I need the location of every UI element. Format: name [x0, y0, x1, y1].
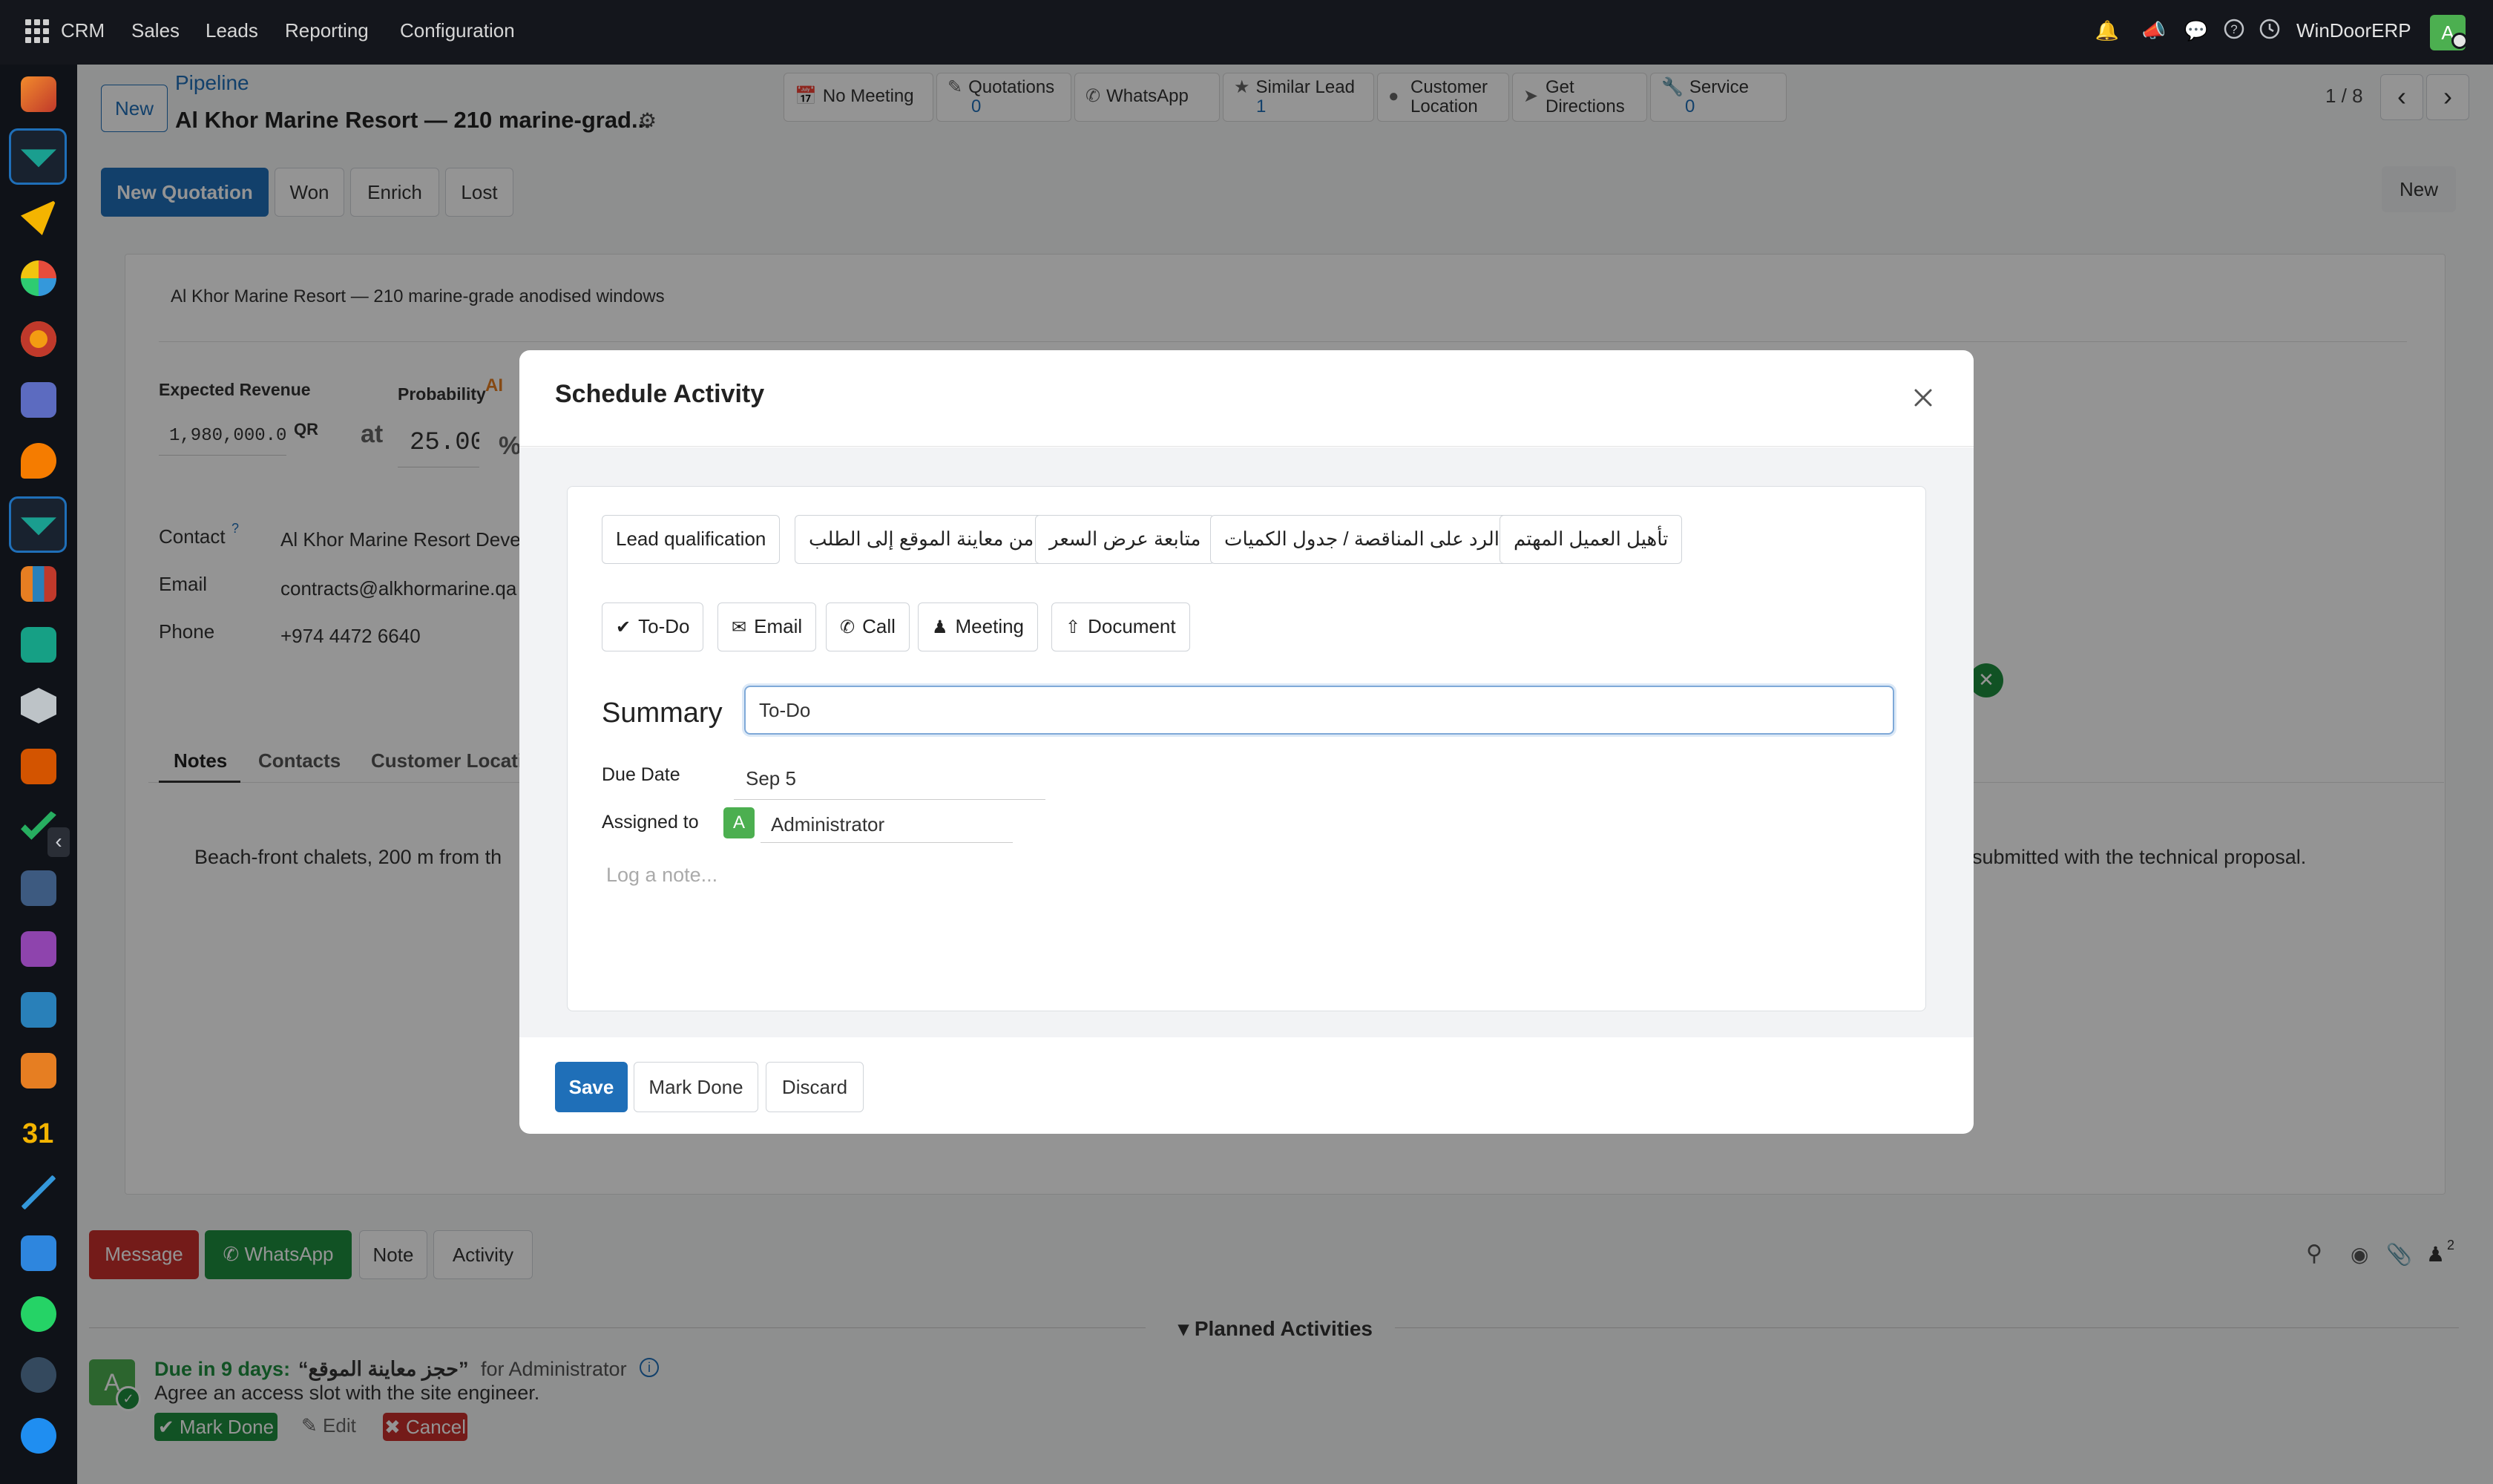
clock-icon[interactable] [2257, 18, 2282, 43]
bell-icon[interactable]: 🔔 [2095, 18, 2120, 43]
svg-text:?: ? [2230, 22, 2237, 36]
note-textarea[interactable]: Log a note... [606, 864, 1897, 997]
template-quote-followup[interactable]: متابعة عرض السعر [1035, 515, 1215, 564]
type-call-button[interactable]: ✆ Call [826, 603, 910, 651]
gauge-app-icon[interactable] [21, 1357, 56, 1393]
company-switcher[interactable]: WinDoorERP [2296, 19, 2411, 42]
app-grid-icon[interactable] [25, 19, 49, 43]
template-site-survey-to-order[interactable]: من معاينة الموقع إلى الطلب [795, 515, 1048, 564]
modal-title: Schedule Activity [555, 380, 765, 408]
template-tender-boq[interactable]: الرد على المناقصة / جدول الكميات [1210, 515, 1514, 564]
discuss-app-icon[interactable] [21, 443, 56, 479]
due-date-label: Due Date [602, 764, 680, 785]
type-email-button[interactable]: ✉ Email [717, 603, 817, 651]
mail-app-icon[interactable] [21, 382, 56, 418]
menu-reporting[interactable]: Reporting [285, 19, 369, 42]
type-meeting-button[interactable]: ♟ Meeting [918, 603, 1039, 651]
cube-app-icon[interactable] [21, 931, 56, 967]
menu-sales[interactable]: Sales [131, 19, 180, 42]
wave-app-icon[interactable] [21, 1418, 56, 1454]
modal-body: Lead qualification من معاينة الموقع إلى … [519, 447, 1974, 1037]
discard-button[interactable]: Discard [766, 1062, 864, 1112]
reports-app-icon[interactable] [21, 566, 56, 602]
whatsapp-app-icon[interactable] [21, 1296, 56, 1332]
template-lead-qualification[interactable]: Lead qualification [602, 515, 781, 564]
type-todo-button[interactable]: ✔ To-Do [602, 603, 704, 651]
envelope-icon: ✉ [732, 617, 747, 637]
schedule-activity-dialog: Schedule Activity Lead qualification من … [519, 350, 1974, 1134]
settings-app-icon[interactable] [21, 321, 56, 357]
save-button[interactable]: Save [555, 1062, 628, 1112]
menu-leads[interactable]: Leads [206, 19, 258, 42]
top-navbar: CRM Sales Leads Reporting Configuration … [0, 0, 2493, 65]
help-icon[interactable]: ? [2221, 18, 2247, 43]
calendar-app-icon[interactable]: 31 [22, 1118, 53, 1150]
status-dot [2451, 33, 2468, 49]
mark-done-button[interactable]: Mark Done [634, 1062, 758, 1112]
template-qualify-interested-customer[interactable]: تأهيل العميل المهتم [1500, 515, 1683, 564]
upload-icon: ⇧ [1065, 617, 1081, 637]
assigned-to-field[interactable]: Administrator [761, 804, 1013, 843]
chat-icon[interactable]: 💬 [2184, 18, 2209, 43]
inventory-app-icon[interactable] [21, 688, 56, 723]
app-sidebar: 31 ‹ [0, 65, 77, 1484]
megaphone-icon[interactable]: 📣 [2141, 18, 2167, 43]
sidebar-collapse-chevron-icon[interactable]: ‹ [47, 827, 70, 857]
contacts-app-icon[interactable] [21, 627, 56, 663]
team-app-icon[interactable] [21, 1053, 56, 1089]
phone-icon: ✆ [840, 617, 855, 637]
app-icon-1[interactable] [21, 76, 56, 112]
dashboard-app-icon[interactable] [21, 1235, 56, 1271]
assignee-avatar: A [723, 807, 755, 838]
summary-input[interactable]: To-Do [744, 686, 1894, 735]
send-app-icon[interactable] [21, 200, 56, 235]
users-icon: ♟ [932, 617, 948, 637]
knowledge-app-icon[interactable] [21, 870, 56, 906]
chart-app-icon[interactable] [21, 260, 56, 296]
sign-app-icon[interactable] [21, 1175, 56, 1210]
close-icon[interactable] [1907, 381, 1939, 414]
type-document-button[interactable]: ⇧ Document [1051, 603, 1190, 651]
assigned-to-label: Assigned to [602, 812, 699, 833]
document-app-icon[interactable] [21, 992, 56, 1028]
menu-crm[interactable]: CRM [61, 19, 105, 42]
summary-label: Summary [602, 697, 723, 729]
modal-header: Schedule Activity [519, 350, 1974, 447]
tools-app-icon[interactable] [21, 749, 56, 784]
menu-configuration[interactable]: Configuration [400, 19, 515, 42]
due-date-field[interactable]: Sep 5 [734, 760, 1045, 800]
modal-footer: Save Mark Done Discard [519, 1038, 1974, 1134]
activity-form-card: Lead qualification من معاينة الموقع إلى … [567, 486, 1926, 1011]
check-icon: ✔ [616, 617, 631, 637]
